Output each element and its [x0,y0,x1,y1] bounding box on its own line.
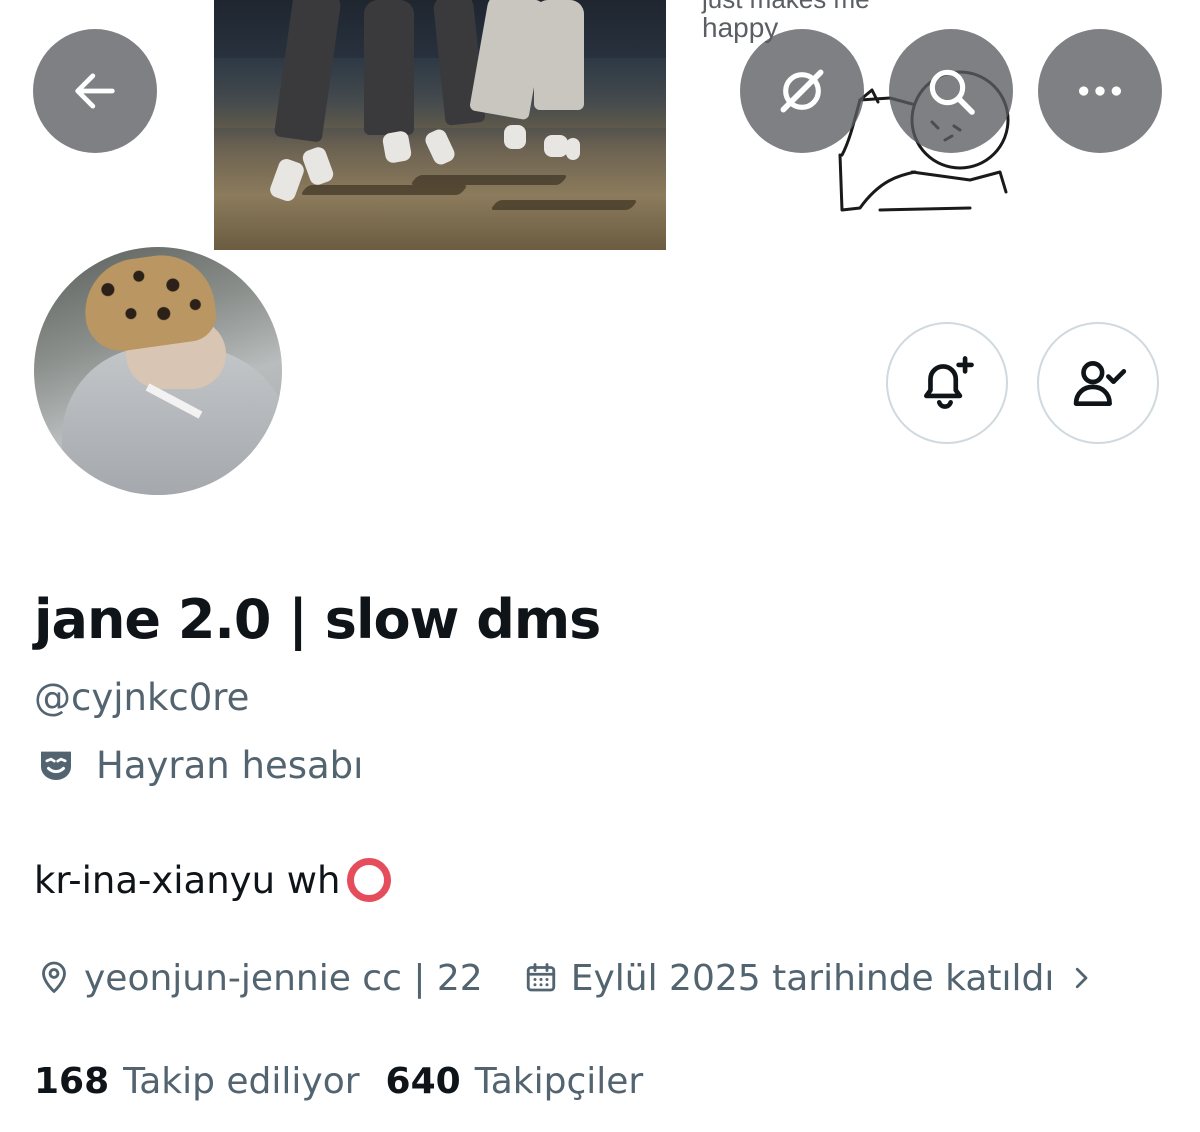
profile-bio: kr-ina-xianyu wh [34,855,391,905]
profile-meta: yeonjun-jennie cc | 22 Eylül 2025 tarihi… [36,952,1176,1004]
avatar[interactable] [30,243,286,499]
bio-text: kr-ina-xianyu wh [34,858,341,902]
following-label: Takip ediliyor [123,1060,360,1102]
calendar-icon [526,963,555,992]
followers-stat[interactable]: 640 Takipçiler [386,1061,644,1102]
user-check-icon [1073,361,1127,406]
location-text: yeonjun-jennie cc | 22 [84,957,483,999]
category-label: Hayran hesabı [96,743,364,787]
following-button[interactable] [1037,322,1159,444]
profile-page: just makes me happy [0,0,1200,1132]
chevron-right-icon [1076,967,1088,989]
location-item: yeonjun-jennie cc | 22 [36,958,483,999]
location-pin-icon [42,961,66,993]
joined-date-item[interactable]: Eylül 2025 tarihinde katıldı [523,958,1097,999]
hollow-red-circle-emoji [346,858,391,902]
more-options-button[interactable] [1038,29,1162,153]
profile-category: Hayran hesabı [36,740,363,790]
notifications-button[interactable] [886,322,1008,444]
username-handle: @cyjnkc0re [34,676,250,719]
avatar-photo [34,247,282,495]
banner-caption-text: happy [702,12,779,43]
banner-photo [214,0,666,250]
theater-mask-icon [41,751,71,780]
followers-label: Takipçiler [474,1060,644,1102]
follow-stats: 168 Takip ediliyor 640 Takipçiler [34,1056,643,1106]
profile-banner[interactable]: just makes me happy [0,0,1200,262]
banner-caption-partial: just makes me [702,0,870,12]
search-button[interactable] [889,29,1013,153]
display-name: jane 2.0 | slow dms [34,588,601,651]
following-stat[interactable]: 168 Takip ediliyor [34,1061,360,1102]
more-horizontal-icon [1079,86,1121,96]
grok-button[interactable] [740,29,864,153]
following-count: 168 [34,1060,110,1102]
joined-date-text: Eylül 2025 tarihinde katıldı [570,957,1055,999]
grok-icon [780,69,824,113]
search-icon [929,69,975,115]
followers-count: 640 [385,1060,461,1102]
back-button[interactable] [33,29,157,153]
bell-plus-icon [924,356,974,409]
arrow-left-icon [75,73,115,109]
